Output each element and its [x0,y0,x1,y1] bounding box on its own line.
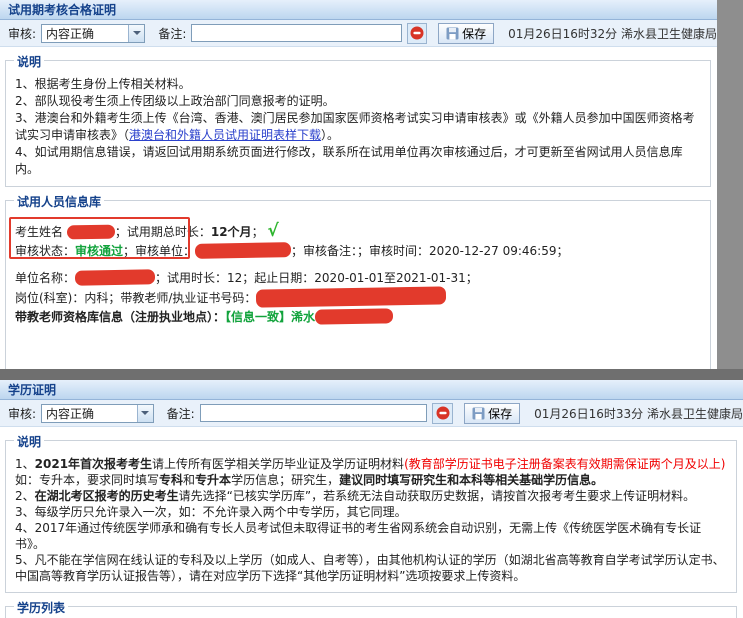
review-label: 审核: [8,405,36,422]
note-bold: 专升本 [195,473,231,487]
review-result-select[interactable]: 内容正确 [41,24,145,43]
review-status-row: 审核状态：审核通过；审核单位： ；审核备注：；审核时间：2020-12-27 09… [15,242,702,261]
reject-button[interactable] [432,403,453,424]
review-timestamp: 01月26日16时32分 浠水县卫生健康局 [508,25,717,42]
save-icon [472,407,485,420]
note-text: 如：专升本，要求同时填写 [15,473,159,487]
note-text: 和 [183,473,195,487]
unit-name-label: 单位名称： [15,271,75,285]
note-line: 3、港澳台和外籍考生须上传《台湾、香港、澳门居民参加国家医师资格考试实习申请审核… [15,110,702,144]
separator: ； [252,225,264,239]
review-unit-label: ；审核单位： [123,244,195,258]
note-text: 学历信息；研究生， [231,473,339,487]
probation-panel-title: 试用期考核合格证明 [0,0,717,20]
note-bold: 在湖北考区报考的历史考生 [35,489,179,503]
teacher-registry-label: 带教老师资格库信息（注册执业地点）： [15,310,225,324]
probation-period-text: ；试用时长：12；起止日期：2020-01-01至2021-01-31； [155,271,478,285]
note-line: 1、根据考生身份上传相关材料。 [15,76,702,93]
reject-button[interactable] [407,23,427,44]
stop-icon [410,26,424,40]
review-result-select[interactable]: 内容正确 [41,404,154,423]
check-icon: √ [267,221,278,241]
paren-close: ）。 [321,128,339,142]
redaction-scribble [256,286,446,307]
stop-icon [436,406,450,420]
education-toolbar: 审核: 内容正确 备注: 保存 01月26日16时33分 浠水县卫生健康局 [0,400,743,427]
note-line: 4、如试用期信息错误，请返回试用期系统页面进行修改，联系所在试用单位再次审核通过… [15,144,702,178]
spacer [15,261,702,269]
note-warning-text: (教育部学历证书电子注册备案表有效期需保证两个月及以上) [404,457,725,471]
chevron-down-icon[interactable] [137,405,153,422]
certificate-template-download-link[interactable]: 港澳台和外籍人员试用证明表样下载 [129,128,321,142]
candidate-name-label: 考生姓名 [15,225,63,239]
note-number: 1、 [15,457,35,471]
save-button[interactable]: 保存 [438,23,494,44]
note-bold: 2021年首次报考考生 [35,457,152,471]
duration-label: ；试用期总时长： [115,225,211,239]
note-bold: 专科 [159,473,183,487]
note-label: 备注: [158,25,186,42]
education-list-fieldset: 学历列表 大专 学历证明材料:电子注册备案表毕业证查看学信网结果 [5,606,737,618]
redaction-scribble [195,242,291,259]
save-button-label: 保存 [462,25,486,42]
note-line: 5、凡不能在学信网在线认证的专科及以上学历（如成人、自考等），由其他机构认证的学… [15,552,728,584]
probation-toolbar: 审核: 内容正确 备注: 保存 01月26日16时32分 浠水县卫生健康局 [0,20,717,47]
chevron-down-icon[interactable] [128,25,144,42]
note-bold: 建议同时填写研究生和本科等相关基础学历信息。 [339,473,603,487]
education-list-legend: 学历列表 [14,599,68,616]
redaction-scribble [315,308,393,324]
note-text: 3、港澳台和外籍考生须上传《台湾、香港、澳门居民参加国家医师资格考试实习申请审核… [15,111,695,142]
note-line: 3、每级学历只允许录入一次，如：不允许录入两个中专学历，其它同理。 [15,504,728,520]
probation-notes-fieldset: 说明 1、根据考生身份上传相关材料。 2、部队现役考生须上传团级以上政治部门同意… [5,60,711,187]
note-input[interactable] [200,404,427,422]
teacher-registry-row: 带教老师资格库信息（注册执业地点）：【信息一致】浠水 [15,308,702,327]
save-button-label: 保存 [488,405,512,422]
candidate-name-row: 考生姓名 ；试用期总时长：12个月； √ [15,222,702,242]
note-label: 备注: [167,405,195,422]
duration-value: 12个月 [211,225,252,239]
status-label: 审核状态： [15,244,75,258]
education-notes-fieldset: 说明 1、2021年首次报考考生请上传所有医学相关学历毕业证及学历证明材料(教育… [5,440,737,593]
probation-info-fieldset: 试用人员信息库 考生姓名 ；试用期总时长：12个月； √ 审核状态：审核通过；审… [5,200,711,369]
probation-certificate-panel: 试用期考核合格证明 审核: 内容正确 备注: 保存 01月26日16时32分 浠… [0,0,717,369]
note-input[interactable] [191,24,402,42]
note-line: 如：专升本，要求同时填写专科和专升本学历信息；研究生，建议同时填写研究生和本科等… [15,472,728,488]
review-label: 审核: [8,25,36,42]
note-line: 2、部队现役考生须上传团级以上政治部门同意报考的证明。 [15,93,702,110]
review-select-value: 内容正确 [42,25,128,42]
education-certificate-panel: 学历证明 审核: 内容正确 备注: 保存 01月26日16时33分 浠水县卫生健… [0,380,743,618]
note-text: 请上传所有医学相关学历毕业证及学历证明材料 [152,457,404,471]
note-line: 2、在湖北考区报考的历史考生请先选择“已核实学历库”，若系统无法自动获取历史数据… [15,488,728,504]
status-badge: 审核通过 [75,244,123,258]
notes-legend: 说明 [14,53,44,70]
redaction-scribble [75,269,155,285]
info-consistent-badge: 【信息一致】浠水 [225,310,315,324]
save-icon [446,27,459,40]
note-text: 请先选择“已核实学历库”，若系统无法自动获取历史数据，请按首次报考考生要求上传证… [179,489,695,503]
review-select-value: 内容正确 [42,405,137,422]
notes-legend: 说明 [14,433,44,450]
position-row: 岗位(科室)：内科；带教老师/执业证书号码： [15,288,702,308]
review-timestamp: 01月26日16时33分 浠水县卫生健康局 [534,405,743,422]
redaction-scribble [67,225,115,240]
note-line: 4、2017年通过传统医学师承和确有专长人员考试但未取得证书的考生省网系统会自动… [15,520,728,552]
save-button[interactable]: 保存 [464,403,520,424]
note-number: 2、 [15,489,35,503]
education-panel-title: 学历证明 [0,380,743,400]
review-time-text: ；审核备注：；审核时间：2020-12-27 09:46:59； [291,244,568,258]
note-line: 1、2021年首次报考考生请上传所有医学相关学历毕业证及学历证明材料(教育部学历… [15,456,728,472]
section-divider [0,369,743,380]
unit-name-row: 单位名称： ；试用时长：12；起止日期：2020-01-01至2021-01-31… [15,269,702,288]
probation-info-legend: 试用人员信息库 [14,193,104,210]
position-teacher-label: 岗位(科室)：内科；带教老师/执业证书号码： [15,291,256,305]
